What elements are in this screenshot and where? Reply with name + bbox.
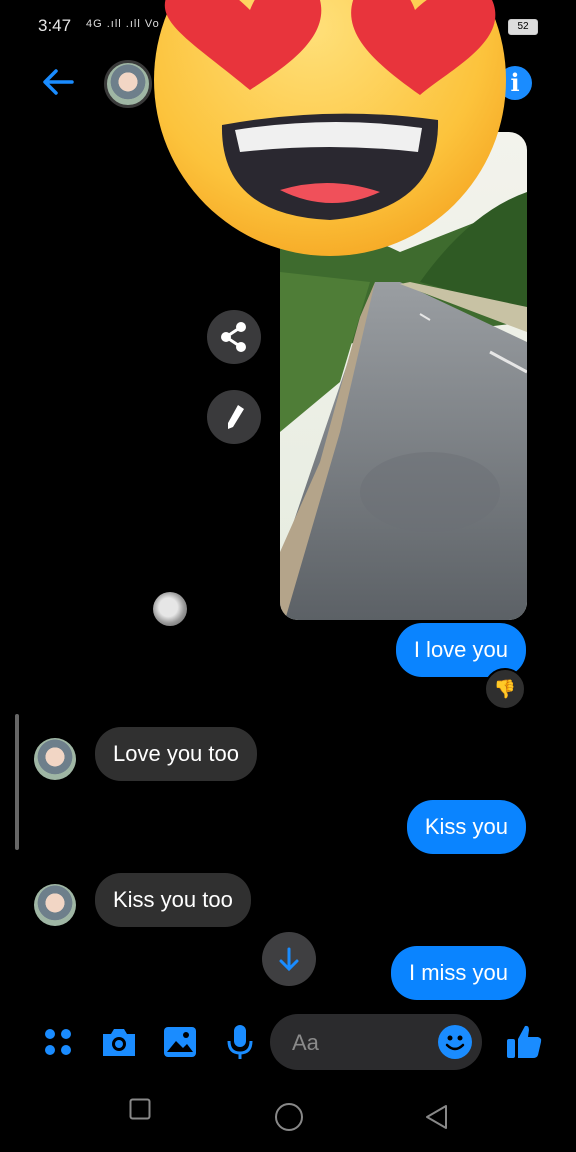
back-button[interactable]	[38, 62, 78, 102]
thumbs-up-icon	[507, 1025, 542, 1058]
back-arrow-icon	[43, 69, 74, 95]
like-button[interactable]	[504, 1022, 544, 1067]
arrow-down-icon	[279, 947, 299, 972]
gallery-button[interactable]	[161, 1024, 199, 1065]
share-button[interactable]	[207, 310, 261, 364]
message-bubble-incoming[interactable]: Kiss you too	[95, 873, 251, 927]
message-input[interactable]	[290, 1028, 434, 1058]
gallery-icon	[164, 1027, 196, 1057]
message-bubble-outgoing[interactable]: Kiss you	[406, 800, 526, 854]
camera-icon	[103, 1029, 135, 1056]
share-icon	[221, 322, 246, 352]
back-triangle-icon	[426, 1105, 447, 1129]
info-icon: i	[510, 68, 520, 97]
contact-avatar[interactable]	[104, 60, 152, 108]
scroll-indicator	[15, 714, 19, 850]
apps-icon	[45, 1029, 71, 1055]
nav-back-button[interactable]	[424, 1104, 450, 1135]
emoji-button[interactable]	[438, 1025, 472, 1059]
home-button[interactable]	[274, 1102, 304, 1137]
message-composer[interactable]	[270, 1014, 482, 1070]
pencil-icon	[228, 405, 244, 429]
floating-dot[interactable]	[153, 592, 187, 626]
home-icon	[275, 1103, 303, 1131]
reaction-badge[interactable]: 👎	[484, 668, 526, 710]
camera-button[interactable]	[100, 1024, 138, 1065]
apps-button[interactable]	[42, 1026, 74, 1063]
heart-eyes-emoji-sticker[interactable]	[150, 0, 510, 270]
edit-button[interactable]	[207, 390, 261, 444]
message-bubble-incoming[interactable]: Love you too	[95, 727, 257, 781]
recent-apps-icon	[129, 1098, 151, 1120]
emoji-icon	[445, 1035, 465, 1051]
recent-apps-button[interactable]	[129, 1098, 151, 1125]
microphone-button[interactable]	[224, 1022, 256, 1067]
microphone-icon	[227, 1025, 253, 1059]
scroll-to-bottom-button[interactable]	[262, 932, 316, 986]
battery-indicator: 52	[508, 19, 538, 35]
sender-avatar[interactable]	[34, 738, 76, 780]
status-time: 3:47	[38, 16, 72, 35]
message-bubble-outgoing[interactable]: I miss you	[390, 946, 526, 1000]
sender-avatar[interactable]	[34, 884, 76, 926]
